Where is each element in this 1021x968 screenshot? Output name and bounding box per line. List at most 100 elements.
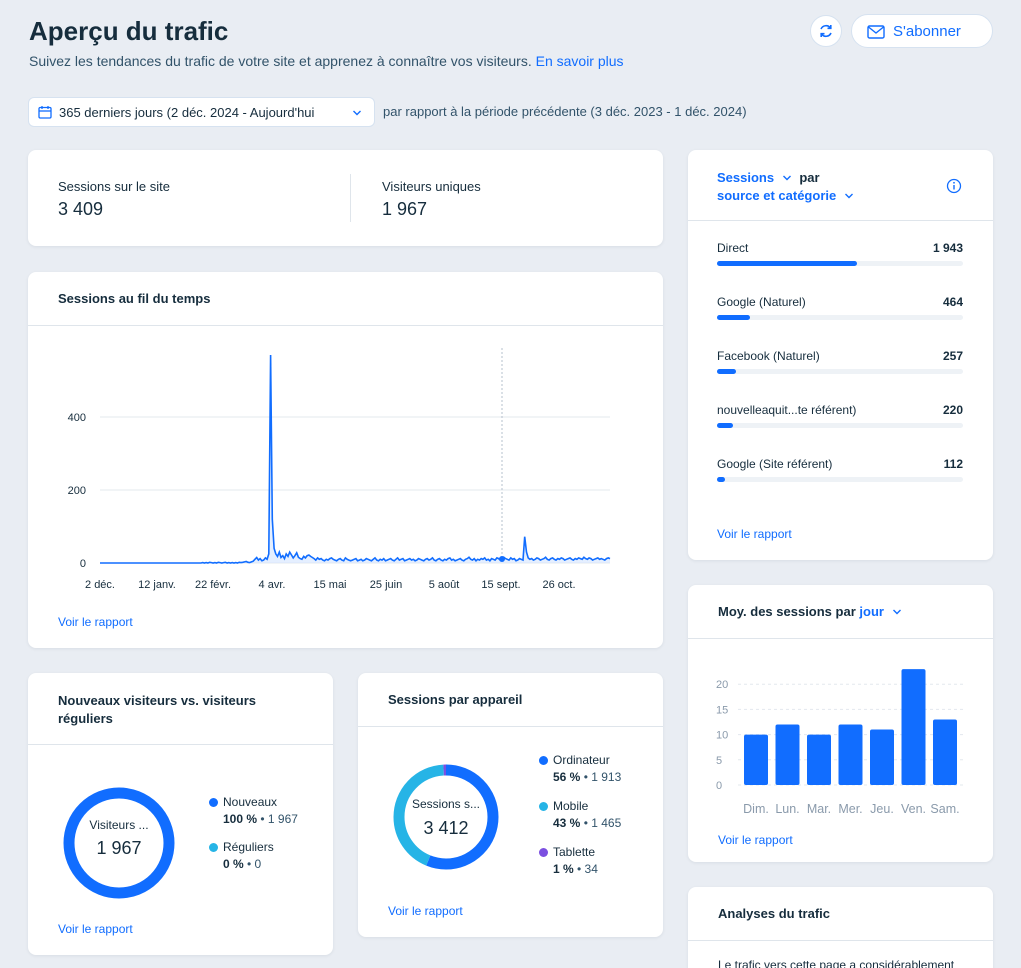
legend-item: Mobile 43 % • 1 465	[539, 799, 621, 830]
marker-point[interactable]	[499, 556, 505, 562]
visitors-value: 1 967	[382, 199, 428, 219]
visitors-report-link[interactable]: Voir le rapport	[58, 922, 133, 936]
source-bar-fill	[717, 261, 858, 266]
avg-dimension: jour	[859, 604, 884, 619]
legend-count: • 1 967	[257, 812, 298, 826]
avg-bar-chart: 0 5 10 15 20 Dim. Lun. Mar. Mer. Jeu. Ven. Sam.	[716, 669, 963, 816]
metric-selector[interactable]: Sessions par	[717, 170, 820, 185]
x-tick-label: 4 avr.	[259, 579, 286, 591]
day-bar[interactable]	[807, 734, 831, 785]
legend-dot	[539, 848, 548, 858]
avg-title[interactable]: Moy. des sessions par jour	[718, 604, 902, 619]
divider	[28, 744, 333, 745]
source-bar-fill	[717, 423, 733, 428]
title-line: réguliers	[58, 711, 113, 726]
legend-dot	[539, 756, 548, 766]
dimension-selector[interactable]: source et catégorie	[717, 188, 854, 203]
x-tick-label: 22 févr.	[195, 579, 231, 591]
x-tick-label: 15 sept.	[481, 579, 520, 591]
legend-item: Réguliers 0 % • 0	[209, 840, 274, 871]
chevron-down-icon	[353, 110, 361, 116]
legend-name: Nouveaux	[223, 795, 278, 809]
calendar-icon	[38, 106, 52, 119]
legend-name: Mobile	[553, 799, 589, 813]
day-bar[interactable]	[744, 734, 768, 785]
legend-name: Réguliers	[223, 840, 274, 854]
source-label: Google (Naturel)	[717, 295, 806, 309]
visitors-label: Visiteurs uniques	[382, 179, 481, 194]
source-bar	[717, 423, 963, 428]
legend-percent: 0 %	[223, 857, 244, 871]
devices-card: Sessions par appareil Sessions s... 3 41…	[358, 673, 663, 937]
sessions-value: 3 409	[58, 199, 104, 219]
source-value: 220	[942, 403, 963, 417]
mail-icon	[867, 25, 885, 39]
sources-report-link[interactable]: Voir le rapport	[717, 527, 792, 541]
chevron-down-icon	[844, 193, 853, 199]
sessions-area	[100, 355, 610, 563]
date-range-select[interactable]: 365 derniers jours (2 déc. 2024 - Aujour…	[28, 97, 375, 127]
day-bar[interactable]	[901, 669, 926, 785]
y-tick-label: 20	[716, 679, 728, 691]
donut-center-value: 1 967	[96, 838, 142, 858]
subtitle-text: Suivez les tendances du trafic de votre …	[29, 53, 532, 69]
page-subtitle: Suivez les tendances du trafic de votre …	[29, 53, 624, 69]
comparison-text: par rapport à la période précédente (3 d…	[383, 104, 747, 119]
legend-percent: 43 %	[553, 816, 581, 830]
source-bar-fill	[717, 315, 751, 320]
analysis-text: Le trafic vers cette page a considérable…	[718, 958, 955, 968]
info-icon[interactable]	[946, 178, 962, 194]
chevron-down-icon	[782, 175, 791, 181]
legend-percent: 100 %	[223, 812, 258, 826]
subscribe-label: S'abonner	[893, 23, 961, 40]
legend-item: Nouveaux 100 % • 1 967	[209, 795, 298, 826]
legend-percent: 1 %	[553, 862, 574, 876]
legend-name: Tablette	[553, 845, 596, 859]
legend-dot	[209, 843, 218, 853]
x-tick-label: 25 juin	[370, 579, 402, 591]
y-tick-label: 0	[80, 558, 86, 570]
source-label: Facebook (Naturel)	[717, 349, 820, 363]
devices-report-link[interactable]: Voir le rapport	[388, 904, 463, 918]
divider	[688, 940, 993, 941]
day-bar[interactable]	[775, 724, 800, 785]
day-bar[interactable]	[933, 719, 957, 785]
source-bar	[717, 369, 963, 374]
subscribe-button[interactable]: S'abonner	[851, 14, 993, 48]
y-tick-label: 15	[716, 704, 728, 716]
x-tick-label: Mer.	[838, 802, 862, 816]
legend-dot	[539, 802, 548, 812]
day-bar[interactable]	[870, 729, 894, 785]
x-tick-label: 5 août	[429, 579, 460, 591]
x-tick-label: 12 janv.	[138, 579, 176, 591]
devices-donut	[393, 764, 499, 870]
legend-percent: 56 %	[553, 770, 581, 784]
by-label: par	[799, 170, 820, 185]
x-tick-label: Jeu.	[870, 802, 894, 816]
traffic-analysis-card: Analyses du trafic Le trafic vers cette …	[688, 887, 993, 968]
source-bar	[717, 477, 963, 482]
divider	[358, 726, 663, 727]
avg-report-link[interactable]: Voir le rapport	[718, 833, 793, 847]
refresh-button[interactable]	[810, 15, 842, 47]
day-bar[interactable]	[838, 724, 863, 785]
source-value: 257	[942, 349, 963, 363]
learn-more-link[interactable]: En savoir plus	[536, 53, 624, 69]
card-title: Sessions par appareil	[388, 692, 523, 707]
date-range-value: 365 derniers jours (2 déc. 2024 - Aujour…	[59, 105, 315, 120]
sessions-over-time-card: Sessions au fil du temps 0 200 400 2 déc. 1…	[28, 272, 663, 648]
y-tick-label: 400	[68, 412, 86, 424]
x-tick-label: 26 oct.	[542, 579, 575, 591]
x-tick-label: Dim.	[743, 802, 769, 816]
kpi-divider	[350, 174, 351, 222]
x-tick-label: 2 déc.	[85, 579, 115, 591]
card-title: Sessions au fil du temps	[58, 291, 211, 306]
donut-center-label: Visiteurs ...	[89, 818, 149, 832]
legend-count: • 34	[573, 862, 598, 876]
x-tick-label: Mar.	[807, 802, 831, 816]
source-value: 112	[943, 457, 963, 471]
y-tick-label: 0	[716, 780, 722, 792]
sessions-line-chart: 0 200 400 2 déc. 12 janv. 22 févr. 4 avr. 15 m…	[68, 348, 611, 591]
sessions-report-link[interactable]: Voir le rapport	[58, 615, 133, 629]
x-tick-label: 15 mai	[313, 579, 346, 591]
